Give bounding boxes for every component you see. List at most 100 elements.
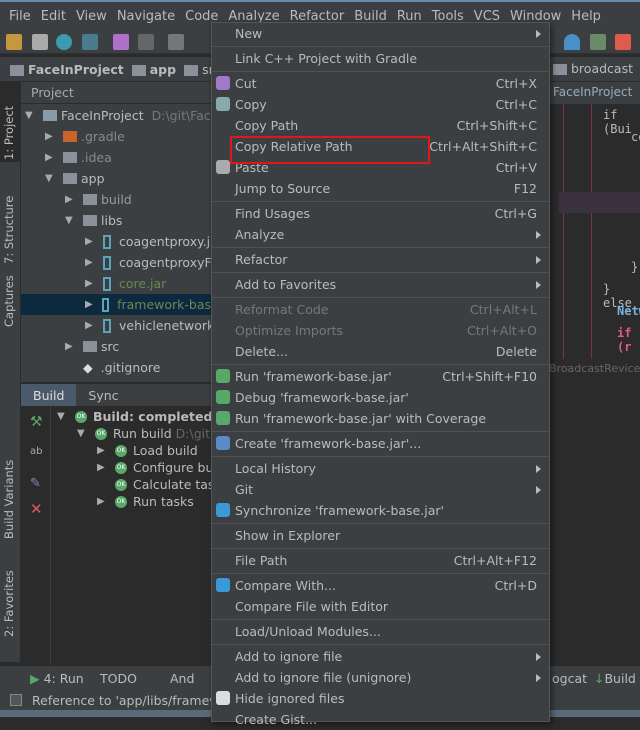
device-icon[interactable] <box>590 34 606 50</box>
expand-arrow-icon[interactable]: ▶ <box>85 278 95 289</box>
expand-arrow-icon[interactable]: ▼ <box>65 215 75 226</box>
tree-item[interactable]: ▼ libs <box>65 210 122 231</box>
breadcrumb-item[interactable]: FaceInProject <box>10 62 124 77</box>
menu-item-cut[interactable]: Cut Ctrl+X <box>212 73 549 94</box>
stop-icon[interactable] <box>615 34 631 50</box>
expand-arrow-icon[interactable]: ▼ <box>45 173 55 184</box>
tree-item[interactable]: ▶ build <box>65 189 132 210</box>
folder-icon <box>63 131 77 142</box>
menu-item-hide-ignored-files[interactable]: Hide ignored files <box>212 688 549 709</box>
menu-item-add-to-ignore-file[interactable]: Add to ignore file <box>212 646 549 667</box>
tool-tab-build[interactable]: ↓Build <box>594 671 636 686</box>
project-view-selector[interactable]: Project <box>21 82 211 104</box>
expand-arrow-icon[interactable]: ▶ <box>45 131 55 142</box>
close-icon[interactable]: ✕ <box>30 500 43 518</box>
hammer-icon[interactable]: ⚒ <box>30 414 43 430</box>
tool-tab-run[interactable]: ▶ 4: Run <box>30 671 84 686</box>
menu-separator <box>212 271 549 273</box>
tree-item[interactable]: ▶ .gradle <box>45 126 125 147</box>
menu-separator <box>212 45 549 47</box>
menu-item-analyze[interactable]: Analyze <box>212 224 549 245</box>
expand-arrow-icon[interactable]: ▶ <box>85 257 95 268</box>
menu-item-refactor[interactable]: Refactor <box>212 249 549 270</box>
save-icon[interactable] <box>32 34 48 50</box>
menu-item-copy[interactable]: Copy Ctrl+C <box>212 94 549 115</box>
menu-view[interactable]: View <box>71 9 112 24</box>
menu-help[interactable]: Help <box>566 9 606 24</box>
pin-icon[interactable]: ✎ <box>30 476 41 491</box>
menu-item-show-in-explorer[interactable]: Show in Explorer <box>212 525 549 546</box>
editor-breadcrumb[interactable]: BroadcastRevice <box>549 362 640 375</box>
menu-item-file-path[interactable]: File Path Ctrl+Alt+F12 <box>212 550 549 571</box>
build-row[interactable]: ▶ OK Run tasks <box>97 491 194 512</box>
tool-window-favorites[interactable]: 2: Favorites <box>2 570 16 637</box>
tree-item[interactable]: ▶ coagentproxyF <box>85 252 212 273</box>
refresh-icon[interactable] <box>82 34 98 50</box>
tree-item-selected[interactable]: ▶ framework-bas <box>21 294 211 315</box>
menu-navigate[interactable]: Navigate <box>112 9 180 24</box>
breadcrumb-right[interactable]: broadcast <box>549 57 640 81</box>
expand-arrow-icon[interactable]: ▶ <box>85 299 94 310</box>
menu-item-add-to-favorites[interactable]: Add to Favorites <box>212 274 549 295</box>
menu-item-label: Debug 'framework-base.jar' <box>235 390 409 405</box>
shortcut-label: Ctrl+G <box>494 206 537 221</box>
tab-sync[interactable]: Sync <box>76 384 130 406</box>
tree-item[interactable]: ▶ src <box>65 336 119 357</box>
code-editor[interactable]: FaceInProject if (Bui cor }); } else Net… <box>549 82 640 375</box>
open-folder-icon[interactable] <box>6 34 22 50</box>
tree-item[interactable]: ▶ vehiclenetwork <box>85 315 214 336</box>
menu-edit[interactable]: Edit <box>36 9 71 24</box>
tree-item[interactable]: ◆ .gitignore <box>83 357 160 378</box>
menu-item-local-history[interactable]: Local History <box>212 458 549 479</box>
tree-item-root[interactable]: ▼ FaceInProject D:\git\Face <box>25 105 218 126</box>
tool-window-captures[interactable]: Captures <box>2 275 16 327</box>
breadcrumb-item[interactable]: app <box>131 62 176 77</box>
tool-window-build-variants[interactable]: Build Variants <box>2 460 16 539</box>
shortcut-label: Delete <box>495 344 537 359</box>
menu-item-delete[interactable]: Delete... Delete <box>212 341 549 362</box>
menu-item-compare-file-with-editor[interactable]: Compare File with Editor <box>212 596 549 617</box>
tool-tab-android[interactable]: And <box>170 671 194 686</box>
undo-icon[interactable] <box>113 34 129 50</box>
folder-icon <box>63 152 77 163</box>
sort-icon[interactable]: ab <box>30 446 42 457</box>
expand-arrow-icon[interactable]: ▶ <box>65 194 75 205</box>
expand-arrow-icon[interactable]: ▼ <box>25 110 35 121</box>
menu-item-link-c-project-with-gradle[interactable]: Link C++ Project with Gradle <box>212 48 549 69</box>
status-toggle[interactable] <box>10 694 22 706</box>
tab-build[interactable]: Build <box>21 384 77 406</box>
sync-icon[interactable] <box>56 34 72 50</box>
menu-item-create-framework-base-jar[interactable]: Create 'framework-base.jar'... <box>212 433 549 454</box>
menu-item-add-to-ignore-file-unignore[interactable]: Add to ignore file (unignore) <box>212 667 549 688</box>
menu-item-debug-framework-base-jar[interactable]: Debug 'framework-base.jar' <box>212 387 549 408</box>
tool-window-structure[interactable]: 7: Structure <box>2 196 16 264</box>
menu-item-jump-to-source[interactable]: Jump to Source F12 <box>212 178 549 199</box>
menu-item-run-framework-base-jar-with-coverage[interactable]: Run 'framework-base.jar' with Coverage <box>212 408 549 429</box>
menu-item-compare-with[interactable]: Compare With... Ctrl+D <box>212 575 549 596</box>
tool-tab-todo[interactable]: TODO <box>100 671 137 686</box>
editor-tab[interactable]: FaceInProject <box>549 82 640 104</box>
expand-arrow-icon[interactable]: ▶ <box>45 152 55 163</box>
tree-item[interactable]: ▶ coagentproxy.j <box>85 231 210 252</box>
tool-window-project[interactable]: 1: Project <box>2 106 16 160</box>
cut-icon[interactable] <box>168 34 184 50</box>
tree-item[interactable]: ▶ .idea <box>45 147 112 168</box>
tool-tab-logcat[interactable]: ogcat <box>552 671 587 686</box>
profiler-icon[interactable] <box>564 34 580 50</box>
menu-item-load-unload-modules[interactable]: Load/Unload Modules... <box>212 621 549 642</box>
menu-item-find-usages[interactable]: Find Usages Ctrl+G <box>212 203 549 224</box>
menu-item-synchronize-framework-base-jar[interactable]: Synchronize 'framework-base.jar' <box>212 500 549 521</box>
menu-item-new[interactable]: New <box>212 23 549 44</box>
menu-item-create-gist[interactable]: Create Gist... <box>212 709 549 730</box>
tree-item[interactable]: ▶ core.jar <box>85 273 166 294</box>
shortcut-label: Ctrl+D <box>494 578 537 593</box>
expand-arrow-icon[interactable]: ▶ <box>65 341 75 352</box>
menu-item-git[interactable]: Git <box>212 479 549 500</box>
menu-item-run-framework-base-jar[interactable]: Run 'framework-base.jar' Ctrl+Shift+F10 <box>212 366 549 387</box>
menu-item-copy-path[interactable]: Copy Path Ctrl+Shift+C <box>212 115 549 136</box>
menu-file[interactable]: File <box>4 9 36 24</box>
redo-icon[interactable] <box>138 34 154 50</box>
expand-arrow-icon[interactable]: ▶ <box>85 236 95 247</box>
tree-item[interactable]: ▼ app <box>45 168 105 189</box>
expand-arrow-icon[interactable]: ▶ <box>85 320 95 331</box>
